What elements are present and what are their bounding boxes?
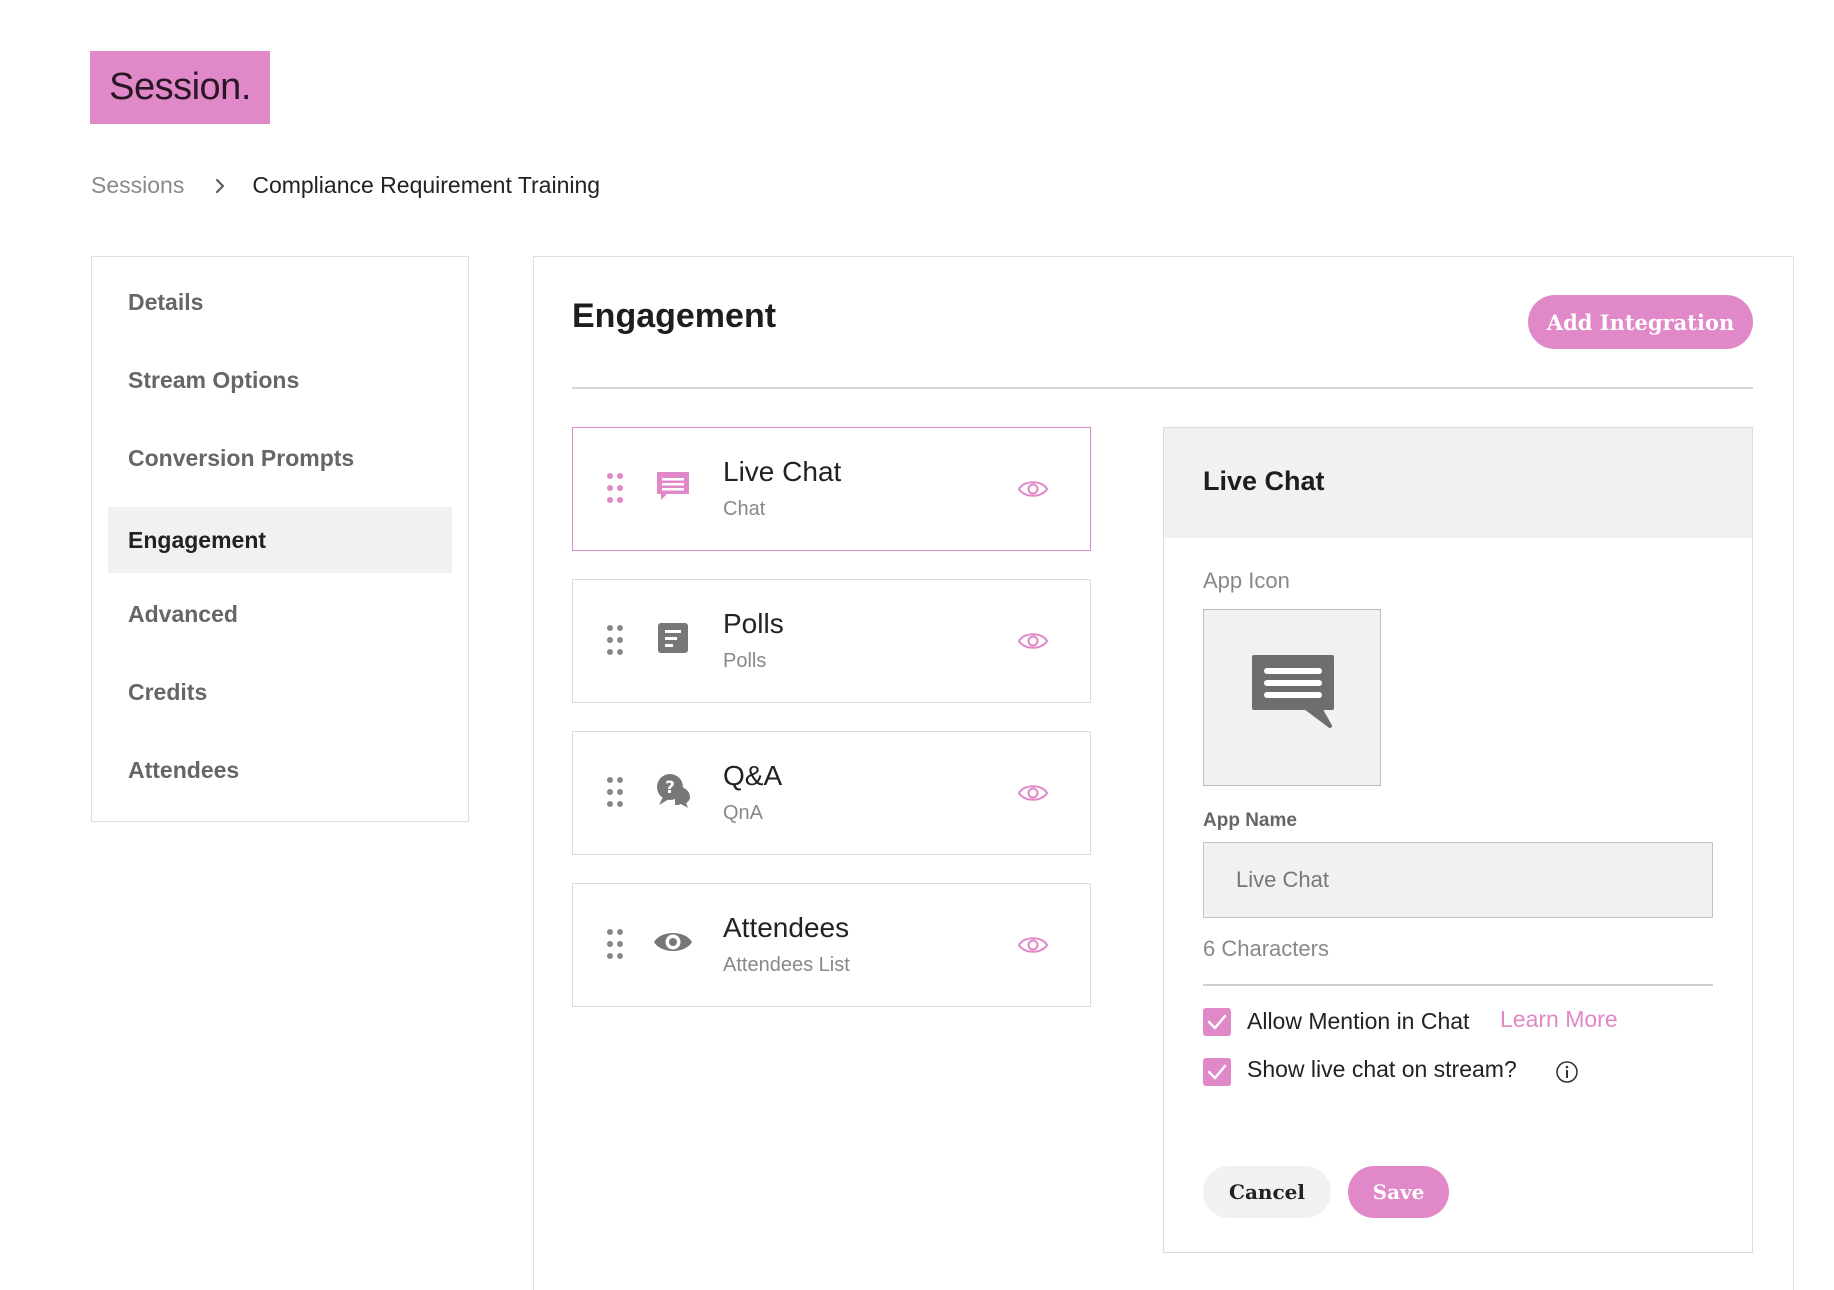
info-icon[interactable]	[1555, 1060, 1579, 1084]
breadcrumb: Sessions Compliance Requirement Training	[91, 172, 600, 199]
sidebar-item-advanced[interactable]: Advanced	[108, 581, 452, 647]
integration-card-polls[interactable]: Polls Polls	[572, 579, 1091, 703]
add-integration-button[interactable]: Add Integration	[1528, 295, 1753, 349]
detail-title: Live Chat	[1203, 466, 1325, 496]
sidebar-item-details[interactable]: Details	[108, 269, 452, 335]
learn-more-link[interactable]: Learn More	[1500, 1006, 1618, 1033]
save-button[interactable]: Save	[1348, 1166, 1449, 1218]
show-live-chat-label[interactable]: Show live chat on stream?	[1247, 1056, 1517, 1083]
drag-handle-icon[interactable]	[605, 472, 625, 504]
integration-subtitle: QnA	[723, 802, 764, 824]
drag-handle-icon[interactable]	[605, 776, 625, 808]
allow-mention-checkbox[interactable]	[1203, 1008, 1231, 1036]
settings-sidebar: Details Stream Options Conversion Prompt…	[91, 256, 469, 822]
chat-bubble-icon	[1252, 655, 1334, 728]
svg-text:?: ?	[665, 778, 675, 798]
detail-header: Live Chat	[1164, 428, 1752, 538]
cancel-button[interactable]: Cancel	[1203, 1166, 1331, 1218]
breadcrumb-sessions-link[interactable]: Sessions	[91, 172, 184, 199]
chat-icon	[657, 472, 689, 500]
visibility-eye-icon[interactable]	[1017, 628, 1049, 654]
session-logo: Session.	[90, 51, 270, 124]
visibility-eye-icon[interactable]	[1017, 932, 1049, 958]
app-icon-label: App Icon	[1203, 568, 1290, 593]
show-live-chat-checkbox[interactable]	[1203, 1058, 1231, 1086]
visibility-eye-icon[interactable]	[1017, 476, 1049, 502]
sidebar-item-attendees[interactable]: Attendees	[108, 737, 452, 803]
integration-name: Q&A	[723, 760, 783, 791]
integration-detail-panel: Live Chat App Icon App Name 6 Characters…	[1163, 427, 1753, 1253]
logo-text: Session.	[109, 66, 251, 108]
character-count: 6 Characters	[1203, 936, 1329, 961]
eye-icon	[654, 933, 692, 951]
visibility-eye-icon[interactable]	[1017, 780, 1049, 806]
app-name-label: App Name	[1203, 810, 1297, 831]
integration-subtitle: Attendees List	[723, 954, 850, 976]
divider	[572, 387, 1753, 389]
sidebar-item-conversion-prompts[interactable]: Conversion Prompts	[108, 425, 452, 491]
drag-handle-icon[interactable]	[605, 928, 625, 960]
poll-icon	[658, 623, 688, 653]
qna-icon: ?	[657, 774, 690, 808]
integration-card-live-chat[interactable]: Live Chat Chat	[572, 427, 1091, 551]
drag-handle-icon[interactable]	[605, 624, 625, 656]
integration-subtitle: Chat	[723, 498, 766, 520]
integration-card-attendees[interactable]: Attendees Attendees List	[572, 883, 1091, 1007]
integration-subtitle: Polls	[723, 650, 767, 672]
divider	[1203, 984, 1713, 986]
integration-name: Live Chat	[723, 456, 842, 487]
allow-mention-label[interactable]: Allow Mention in Chat	[1247, 1008, 1469, 1035]
app-name-input[interactable]	[1203, 842, 1713, 918]
checkmark-icon	[1207, 1064, 1227, 1080]
checkmark-icon	[1207, 1014, 1227, 1030]
sidebar-item-stream-options[interactable]: Stream Options	[108, 347, 452, 413]
sidebar-item-credits[interactable]: Credits	[108, 659, 452, 725]
chevron-right-icon	[216, 178, 225, 193]
breadcrumb-current: Compliance Requirement Training	[252, 172, 601, 198]
app-icon-picker[interactable]	[1203, 609, 1381, 786]
integration-card-qna[interactable]: ? Q&A QnA	[572, 731, 1091, 855]
engagement-panel: Engagement Add Integration Live Chat Cha…	[533, 256, 1794, 1290]
sidebar-item-engagement[interactable]: Engagement	[108, 507, 452, 573]
integration-name: Polls	[723, 608, 784, 639]
page-title: Engagement	[572, 297, 777, 335]
integration-name: Attendees	[723, 912, 850, 943]
